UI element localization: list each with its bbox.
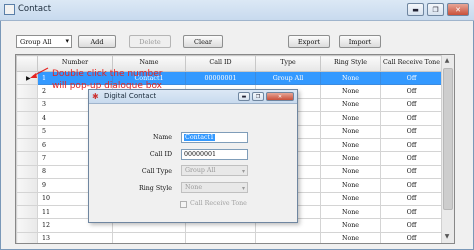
ring-style-cell[interactable]: None [320,231,381,243]
dialog-app-icon: ✱ [92,92,99,101]
ring-style-cell[interactable]: None [320,204,381,220]
add-button[interactable]: Add [78,35,116,48]
row-header-cell[interactable] [16,164,38,180]
ring-style-label: Ring Style [139,185,172,192]
name-cell[interactable] [112,231,186,243]
minimize-button[interactable]: ▬ [407,3,424,16]
scrollbar-thumb[interactable] [443,68,453,210]
row-header-cell[interactable] [16,97,38,113]
chevron-down-icon: ▾ [241,168,245,175]
call-receive-tone-cell[interactable]: Off [380,124,443,139]
ring-style-cell[interactable]: None [320,111,381,126]
ring-style-cell[interactable]: None [320,84,381,99]
call-id-cell[interactable] [185,231,256,243]
column-header-type[interactable]: Type [255,55,321,72]
chevron-down-icon: ▾ [241,185,245,192]
row-header-cell[interactable]: ▶ [16,70,38,86]
ring-style-cell[interactable]: None [320,97,381,113]
call-receive-tone-cell[interactable]: Off [380,218,443,233]
name-field-value: Contact1 [184,134,216,141]
row-header-cell[interactable] [16,218,38,233]
close-button[interactable]: ✕ [447,3,469,16]
dialog-title: Digital Contact [104,92,157,100]
call-receive-tone-cell[interactable]: Off [380,151,443,166]
window-title: Contact [18,4,52,14]
group-select-value: Group All [20,38,52,46]
call-receive-tone-checkbox[interactable] [180,201,187,208]
call-type-select[interactable]: Group All ▾ [181,165,248,176]
ring-style-select[interactable]: None ▾ [181,182,248,193]
column-header-call-receive-tone[interactable]: Call Receive Tone [380,55,443,72]
type-cell[interactable]: Group All [255,70,321,86]
call-type-label: Call Type [141,168,172,175]
annotation-line-1: Double click the number [52,69,163,79]
call-receive-tone-cell[interactable]: Off [380,137,443,153]
row-header-cell[interactable] [16,111,38,126]
ring-style-cell[interactable]: None [320,137,381,153]
delete-button[interactable]: Delete [129,35,171,48]
call-id-field[interactable]: 00000001 [181,149,248,160]
call-receive-tone-cell[interactable]: Off [380,164,443,180]
export-button[interactable]: Export [288,35,330,48]
scroll-down-arrow-icon[interactable]: ▼ [442,232,452,242]
restore-button[interactable]: ❐ [427,3,444,16]
title-bar[interactable] [0,0,474,21]
ring-style-cell[interactable]: None [320,178,381,193]
call-receive-tone-cell[interactable]: Off [380,204,443,220]
number-cell[interactable]: 13 [37,231,113,243]
dialog-restore-button[interactable]: ❐ [252,92,264,101]
row-header-cell[interactable] [16,124,38,139]
row-header-cell[interactable] [16,191,38,206]
ring-style-cell[interactable]: None [320,70,381,86]
dialog-close-button[interactable]: ✕ [266,92,294,101]
clear-button[interactable]: Clear [183,35,223,48]
dialog-minimize-button[interactable]: ▬ [238,92,250,101]
call-receive-tone-cell[interactable]: Off [380,70,443,86]
ring-style-cell[interactable]: None [320,151,381,166]
call-receive-tone-label: Call Receive Tone [190,200,247,207]
call-receive-tone-cell[interactable]: Off [380,111,443,126]
ring-style-value: None [185,184,203,191]
table-row[interactable]: 13 None Off [16,231,443,243]
call-id-label: Call ID [149,151,172,158]
group-select[interactable]: Group All ▾ [16,35,72,48]
ring-style-cell[interactable]: None [320,124,381,139]
column-header-ring-style[interactable]: Ring Style [320,55,381,72]
row-header-cell[interactable] [16,137,38,153]
row-header-cell[interactable] [16,84,38,99]
ring-style-cell[interactable]: None [320,164,381,180]
row-header-cell[interactable] [16,231,38,243]
call-type-value: Group All [185,167,216,174]
call-receive-tone-cell[interactable]: Off [380,84,443,99]
type-cell[interactable] [255,231,321,243]
call-id-cell[interactable]: 00000001 [185,70,256,86]
row-header-cell[interactable] [16,204,38,220]
import-button[interactable]: Import [339,35,381,48]
ring-style-cell[interactable]: None [320,191,381,206]
name-label: Name [153,134,172,141]
ring-style-cell[interactable]: None [320,218,381,233]
window-app-icon [4,4,15,15]
call-receive-tone-cell[interactable]: Off [380,231,443,243]
column-header-call-id[interactable]: Call ID [185,55,256,72]
call-receive-tone-cell[interactable]: Off [380,178,443,193]
chevron-down-icon: ▾ [65,37,69,45]
call-receive-tone-cell[interactable]: Off [380,97,443,113]
scroll-up-arrow-icon[interactable]: ▲ [442,56,452,66]
name-field[interactable]: Contact1 [181,132,248,143]
call-receive-tone-cell[interactable]: Off [380,191,443,206]
row-header-corner [16,55,38,72]
row-header-cell[interactable] [16,151,38,166]
row-header-cell[interactable] [16,178,38,193]
